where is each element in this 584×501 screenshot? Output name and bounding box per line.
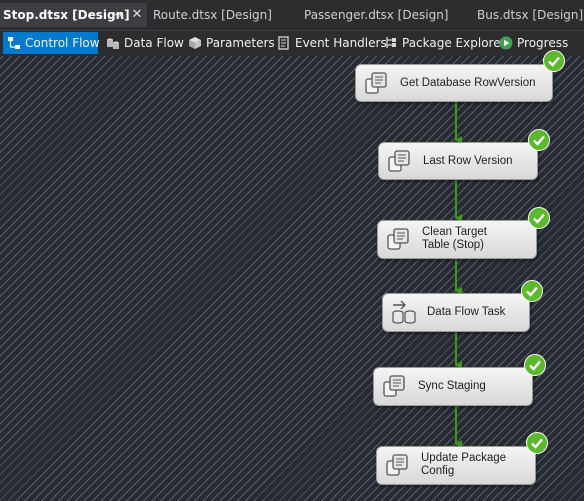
tab-label: Stop.dtsx [Design]	[3, 8, 130, 22]
tab-label: Bus.dtsx [Design]	[477, 8, 584, 22]
success-check-icon	[524, 354, 546, 376]
tab-label: Control Flow	[25, 36, 100, 50]
task-label: Sync Staging	[418, 379, 486, 392]
task-label: Clean Target Table (Stop)	[422, 226, 487, 251]
precedence-connectors	[455, 102, 462, 448]
tab-label: Event Handlers	[295, 36, 387, 50]
task-label: Update Package Config	[421, 452, 507, 477]
execute-sql-task-icon	[383, 375, 405, 397]
success-check-icon	[543, 50, 565, 72]
execute-sql-task-icon	[386, 454, 408, 476]
execute-sql-task-icon	[387, 228, 409, 250]
task-label: Get Database RowVersion	[400, 76, 536, 89]
task-data-flow-task[interactable]: Data Flow Task	[382, 293, 530, 332]
task-last-row-version[interactable]: Last Row Version	[378, 142, 538, 180]
close-icon[interactable]: ✕	[130, 3, 144, 27]
tab-label: Package Explorer	[402, 36, 506, 50]
tab-parameters[interactable]: Parameters	[184, 32, 275, 54]
tab-stop-dtsx[interactable]: Stop.dtsx [Design] ⇥ ✕	[0, 3, 147, 27]
tab-bus-dtsx[interactable]: Bus.dtsx [Design]	[477, 5, 583, 26]
data-flow-icon	[107, 38, 119, 49]
tab-passenger-dtsx[interactable]: Passenger.dtsx [Design]	[304, 5, 448, 26]
package-explorer-icon	[386, 37, 396, 48]
execute-sql-task-icon	[365, 72, 387, 94]
tab-data-flow[interactable]: Data Flow	[102, 32, 184, 54]
task-sync-staging[interactable]: Sync Staging	[373, 367, 533, 406]
task-update-package-config[interactable]: Update Package Config	[376, 446, 536, 485]
task-clean-target-table[interactable]: Clean Target Table (Stop)	[377, 220, 537, 259]
play-icon	[499, 36, 513, 50]
tab-package-explorer[interactable]: Package Explorer	[380, 32, 506, 54]
tab-label: Parameters	[206, 36, 275, 50]
success-check-icon	[528, 129, 550, 151]
control-flow-canvas[interactable]: Get Database RowVersion Last Row Version…	[0, 50, 584, 501]
tab-event-handlers[interactable]: Event Handlers	[273, 32, 387, 54]
designer-toolbar: Control Flow Data Flow Parameters Event …	[0, 30, 584, 55]
tab-control-flow[interactable]: Control Flow	[3, 32, 100, 54]
success-check-icon	[526, 432, 548, 454]
success-check-icon	[521, 280, 543, 302]
task-label: Last Row Version	[423, 154, 513, 167]
tab-label: Passenger.dtsx [Design]	[304, 8, 449, 22]
document-tab-strip: Stop.dtsx [Design] ⇥ ✕ Route.dtsx [Desig…	[0, 0, 584, 30]
task-get-database-rowversion[interactable]: Get Database RowVersion	[355, 64, 553, 102]
pin-icon[interactable]: ⇥	[112, 3, 126, 27]
event-handlers-icon	[278, 36, 289, 50]
success-check-icon	[528, 207, 550, 229]
data-flow-task-icon	[392, 300, 416, 324]
tab-label: Data Flow	[124, 36, 184, 50]
tab-route-dtsx[interactable]: Route.dtsx [Design]	[153, 5, 272, 26]
parameters-icon	[189, 37, 201, 49]
execute-sql-task-icon	[388, 150, 410, 172]
task-label: Data Flow Task	[427, 305, 506, 318]
tab-label: Route.dtsx [Design]	[153, 8, 272, 22]
control-flow-icon	[8, 37, 20, 49]
